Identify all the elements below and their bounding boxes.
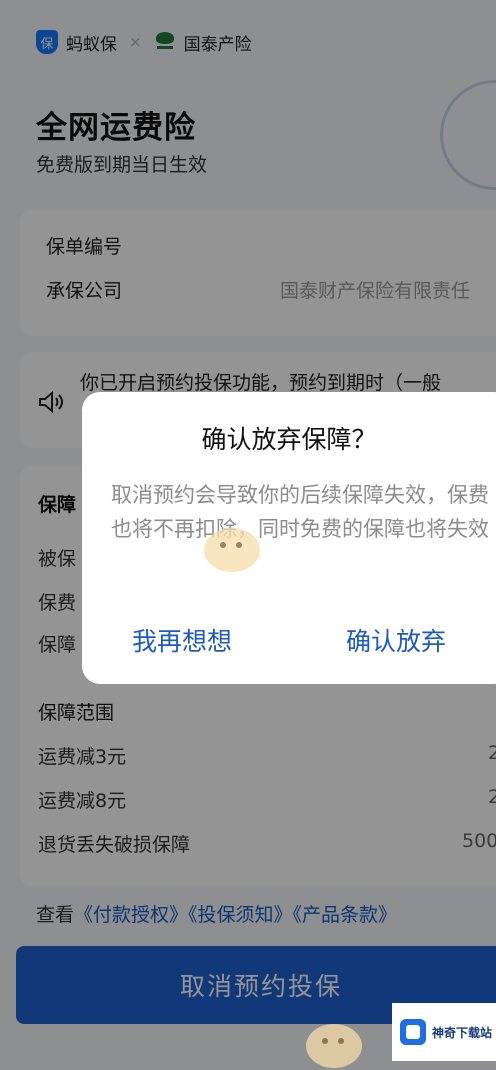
watermark-mascot-icon (306, 1024, 362, 1068)
site-name: 神奇下载站 (432, 1025, 493, 1040)
dialog-title: 确认放弃保障？ (201, 425, 377, 454)
site-watermark: 神奇下载站 (392, 1003, 496, 1061)
confirm-abandon-button[interactable]: 确认放弃 (346, 622, 446, 658)
dialog-message: 取消预约会导致你的后续保障失效，保费也将不再扣除，同时免费的保障也将失效 (111, 483, 489, 541)
watermark-mascot-icon (204, 528, 260, 572)
confirm-dialog: 确认放弃保障？ 取消预约会导致你的后续保障失效，保费也将不再扣除，同时免费的保障… (82, 392, 496, 684)
think-again-button[interactable]: 我再想想 (132, 622, 232, 658)
site-logo-icon (400, 1019, 426, 1045)
